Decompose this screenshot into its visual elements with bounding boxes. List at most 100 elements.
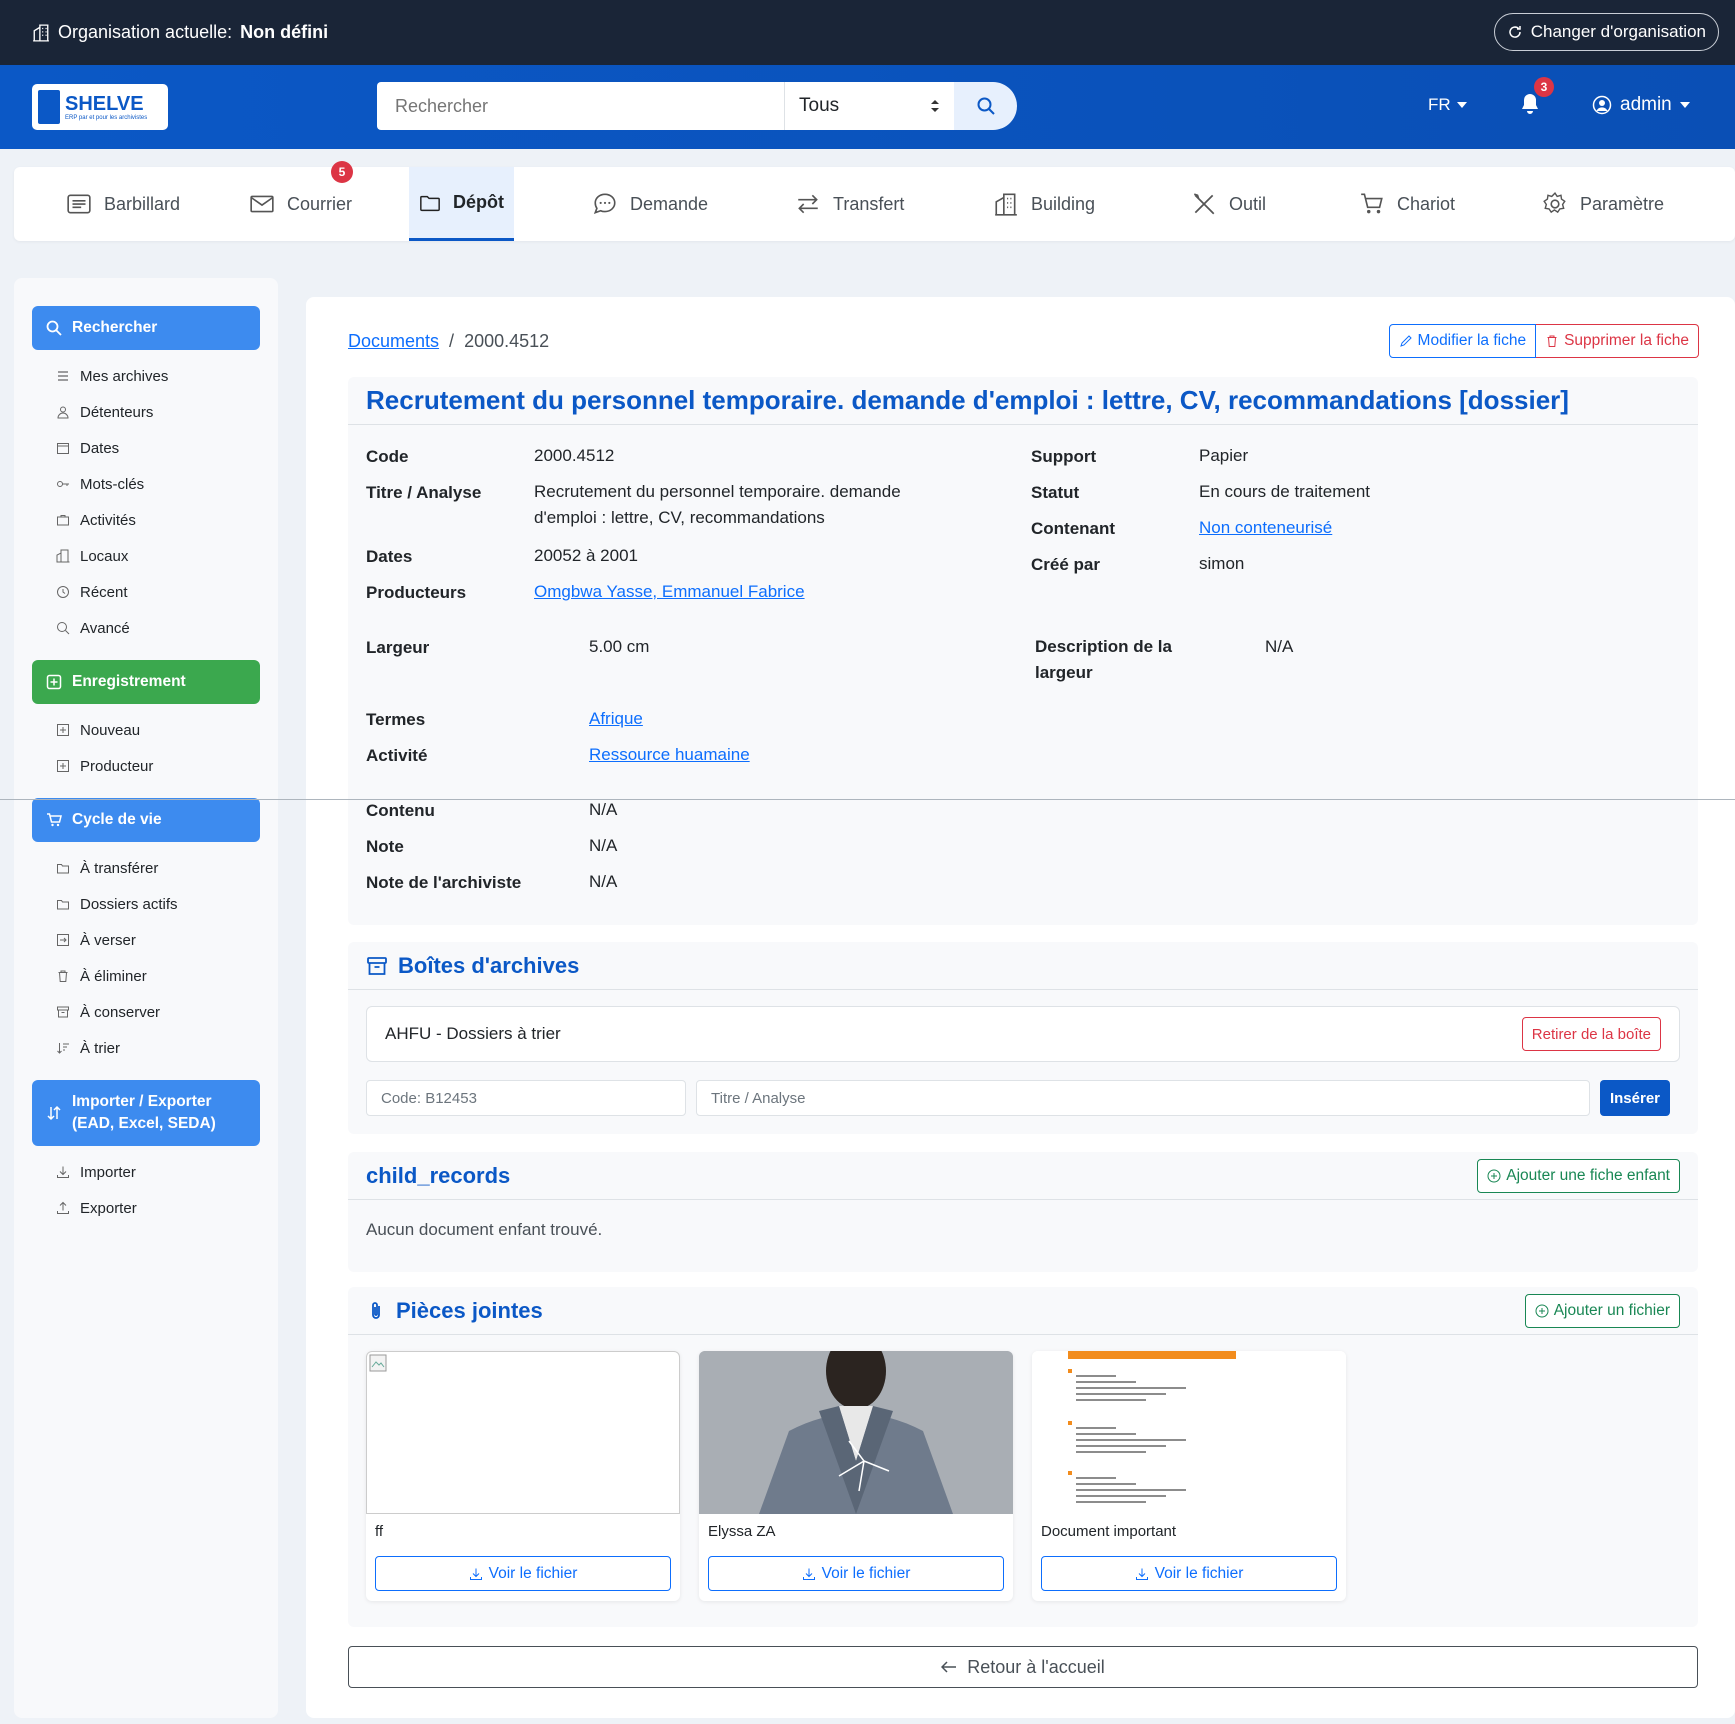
activite-label: Activité <box>366 746 428 765</box>
portrait-photo-thumbnail[interactable] <box>699 1351 1013 1514</box>
sidebar-item-a-eliminer[interactable]: À éliminer <box>32 958 260 994</box>
delete-record-button[interactable]: Supprimer la fiche <box>1536 324 1699 358</box>
tab-label: Courrier <box>287 193 353 214</box>
mail-badge: 5 <box>331 161 353 183</box>
sidebar-item-detenteurs[interactable]: Détenteurs <box>32 394 260 430</box>
user-menu[interactable]: admin <box>1592 94 1690 116</box>
archive-box-name: AHFU - Dossiers à trier <box>385 1024 561 1043</box>
sidebar-item-dates[interactable]: Dates <box>32 430 260 466</box>
attachment-name: Document important <box>1041 1523 1177 1540</box>
back-home-button[interactable]: Retour à l'accueil <box>348 1646 1698 1688</box>
key-icon <box>57 481 69 487</box>
view-file-button[interactable]: Voir le fichier <box>708 1556 1004 1591</box>
activite-link[interactable]: Ressource huamaine <box>589 745 750 764</box>
sidebar-item-label: Mots-clés <box>80 475 145 493</box>
change-organisation-button[interactable]: Changer d'organisation <box>1493 13 1719 51</box>
sidebar-item-exporter[interactable]: Exporter <box>32 1190 260 1226</box>
producteur-link[interactable]: Omgbwa Yasse, Emmanuel Fabrice <box>534 582 805 601</box>
tab-label: Outil <box>1229 193 1267 214</box>
remove-from-box-button[interactable]: Retirer de la boîte <box>1521 1017 1661 1051</box>
box-titre-input[interactable]: Titre / Analyse <box>696 1080 1590 1116</box>
sidebar-item-locaux[interactable]: Locaux <box>32 538 260 574</box>
tab-chariot[interactable]: Chariot <box>1349 167 1474 241</box>
transfer-icon <box>798 194 818 214</box>
search-button[interactable] <box>954 82 1017 130</box>
gear-icon <box>1543 192 1566 214</box>
sidebar: Rechercher Mes archives Détenteurs Dates… <box>14 278 278 1718</box>
record-actions: Modifier la fiche Supprimer la fiche <box>1388 324 1699 358</box>
breadcrumb-documents-link[interactable]: Documents <box>348 331 439 352</box>
sidebar-item-nouveau[interactable]: Nouveau <box>32 712 260 748</box>
search-scope-select[interactable]: Tous <box>784 82 954 130</box>
tab-outil[interactable]: Outil <box>1181 167 1291 241</box>
download-icon <box>1135 1568 1148 1580</box>
sidebar-item-mots-cles[interactable]: Mots-clés <box>32 466 260 502</box>
desc-largeur-label-line-1: Description de la <box>1035 637 1172 656</box>
sidebar-item-producteur[interactable]: Producteur <box>32 748 260 784</box>
tab-demande[interactable]: Demande <box>582 167 727 241</box>
change-organisation-label: Changer d'organisation <box>1530 22 1706 41</box>
sidebar-item-a-trier[interactable]: À trier <box>32 1030 260 1066</box>
support-label: Support <box>1031 447 1097 466</box>
search-input[interactable] <box>377 82 784 130</box>
broken-image-icon <box>369 1354 387 1372</box>
sidebar-item-label: Nouveau <box>80 721 141 739</box>
sidebar-item-activites[interactable]: Activités <box>32 502 260 538</box>
termes-value: Afrique <box>589 706 643 732</box>
code-value: 2000.4512 <box>534 446 615 465</box>
trash-icon <box>1547 335 1557 347</box>
attachments-title: Pièces jointes <box>396 1297 543 1323</box>
view-file-button[interactable]: Voir le fichier <box>375 1556 671 1591</box>
sidebar-item-recent[interactable]: Récent <box>32 574 260 610</box>
tab-building[interactable]: Building <box>983 167 1123 241</box>
notifications-button[interactable]: 3 <box>1520 77 1554 120</box>
notification-badge: 3 <box>1534 77 1554 97</box>
sidebar-item-a-conserver[interactable]: À conserver <box>32 994 260 1030</box>
add-child-record-button[interactable]: Ajouter une fiche enfant <box>1477 1158 1680 1193</box>
sidebar-record-header[interactable]: Enregistrement <box>32 660 260 704</box>
insert-button[interactable]: Insérer <box>1600 1080 1670 1116</box>
document-thumbnail[interactable] <box>1032 1351 1346 1514</box>
box-code-input[interactable]: Code: B12453 <box>366 1080 686 1116</box>
sort-icon <box>57 1043 69 1054</box>
attachment-name: Elyssa ZA <box>708 1523 776 1540</box>
sidebar-lifecycle-header[interactable]: Cycle de vie <box>32 798 260 842</box>
logo[interactable]: SHELVE ERP par et pour les archivistes <box>32 84 168 130</box>
sidebar-import-export-header[interactable]: Importer / Exporter (EAD, Excel, SEDA) <box>32 1080 260 1146</box>
terme-link[interactable]: Afrique <box>589 709 643 728</box>
desc-largeur-value: N/A <box>1265 637 1294 656</box>
contenant-link[interactable]: Non conteneurisé <box>1199 518 1332 537</box>
sidebar-item-importer[interactable]: Importer <box>32 1154 260 1190</box>
org-bar: Organisation actuelle: Non défini Change… <box>0 0 1735 65</box>
tab-depot[interactable]: Dépôt <box>409 167 514 241</box>
cree-label: Créé par <box>1031 555 1100 574</box>
tab-courrier[interactable]: Courrier 5 <box>239 161 409 241</box>
broken-image-thumbnail[interactable] <box>366 1351 680 1514</box>
sidebar-header-label: Importer / Exporter <box>72 1093 212 1110</box>
tools-icon <box>1193 193 1215 215</box>
sidebar-item-a-transferer[interactable]: À transférer <box>32 850 260 886</box>
attachment-card: Elyssa ZA Voir le fichier <box>699 1351 1013 1601</box>
view-file-button[interactable]: Voir le fichier <box>1041 1556 1337 1591</box>
sidebar-item-a-verser[interactable]: À verser <box>32 922 260 958</box>
building-icon <box>995 193 1017 216</box>
add-file-button[interactable]: Ajouter un fichier <box>1524 1293 1680 1328</box>
contenant-label: Contenant <box>1031 519 1116 538</box>
sidebar-item-label: Exporter <box>80 1199 137 1217</box>
attachments-card: Pièces jointes Ajouter un fichier ff Voi… <box>348 1287 1698 1627</box>
sidebar-item-avance[interactable]: Avancé <box>32 610 260 646</box>
tab-transfert[interactable]: Transfert <box>785 167 925 241</box>
edit-record-button[interactable]: Modifier la fiche <box>1388 324 1537 358</box>
tab-barbillard[interactable]: Barbillard <box>56 167 211 241</box>
activite-value: Ressource huamaine <box>589 742 750 768</box>
sidebar-item-dossiers-actifs[interactable]: Dossiers actifs <box>32 886 260 922</box>
tab-label: Chariot <box>1397 193 1456 214</box>
edit-record-label: Modifier la fiche <box>1417 332 1527 349</box>
tab-parametre[interactable]: Paramètre <box>1532 167 1677 241</box>
sidebar-item-mes-archives[interactable]: Mes archives <box>32 358 260 394</box>
tab-label: Dépôt <box>453 192 504 212</box>
arrow-left-icon <box>941 1661 957 1673</box>
language-dropdown[interactable]: FR <box>1428 95 1467 115</box>
sidebar-search-header[interactable]: Rechercher <box>32 306 260 350</box>
statut-value: En cours de traitement <box>1199 482 1371 501</box>
